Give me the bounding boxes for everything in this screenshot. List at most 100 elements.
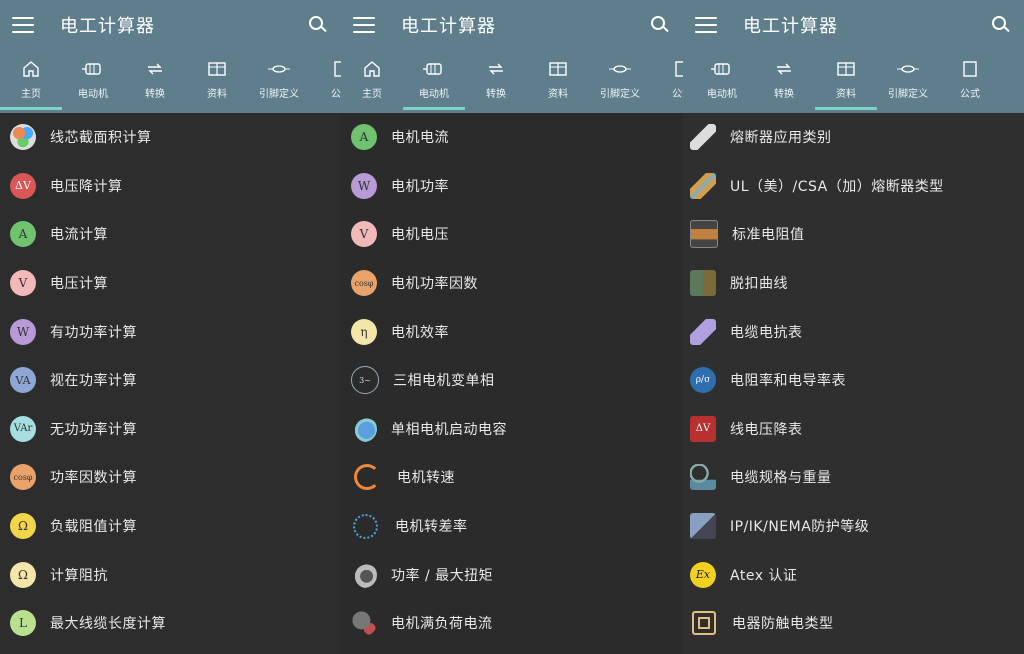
list-item[interactable]: cosφ 电机功率因数 — [341, 259, 683, 308]
panel-docs: 电工计算器 电动机 转换 资料 引脚定义 公式 熔断器应用类别 UL（美）/CS… — [683, 0, 1024, 654]
app-bar: 电工计算器 主页 电动机 转换 资料 引脚定义 公 — [0, 0, 341, 113]
ampere-icon: A — [10, 221, 36, 248]
convert-icon — [145, 56, 165, 82]
hamburger-menu-icon[interactable] — [12, 17, 34, 33]
list-item[interactable]: Ω 计算阻抗 — [0, 550, 341, 599]
tab-pinout[interactable]: 引脚定义 — [589, 50, 651, 113]
slip-icon — [353, 513, 378, 539]
list-item[interactable]: W 电机功率 — [341, 162, 683, 211]
search-icon[interactable] — [307, 14, 329, 36]
tab-pinout[interactable]: 引脚定义 — [877, 50, 939, 113]
watt-icon: W — [351, 172, 377, 199]
app-bar: 电工计算器 主页 电动机 转换 资料 引脚定义 公 — [341, 0, 683, 113]
list-item[interactable]: L 最大线缆长度计算 — [0, 599, 341, 648]
resistor-icon — [690, 220, 718, 249]
tab-bar: 电动机 转换 资料 引脚定义 公式 — [683, 50, 1024, 113]
tab-convert[interactable]: 转换 — [465, 50, 527, 113]
hamburger-menu-icon[interactable] — [695, 17, 717, 33]
list-item[interactable]: 熔断器应用类别 — [683, 113, 1024, 162]
list-item[interactable]: 电机满负荷电流 — [341, 599, 683, 648]
list-item[interactable]: 电器防触电类型 — [683, 599, 1024, 648]
list-item[interactable]: 电机转速 — [341, 453, 683, 502]
tab-motor[interactable]: 电动机 — [62, 50, 124, 113]
list-item[interactable]: ρ/σ 电阻率和电导率表 — [683, 356, 1024, 405]
search-icon[interactable] — [649, 14, 671, 36]
list-item[interactable]: ΔV 线电压降表 — [683, 405, 1024, 454]
screenshot-collage: 电工计算器 主页 电动机 转换 资料 引脚定义 公 线芯截面积计算 ΔV 电压降… — [0, 0, 1024, 654]
list-item[interactable]: η 电机效率 — [341, 307, 683, 356]
app-title: 电工计算器 — [60, 16, 155, 37]
home-icon — [363, 56, 381, 82]
tab-docs[interactable]: 资料 — [186, 50, 248, 113]
list-item[interactable]: 功率 / 最大扭矩 — [341, 550, 683, 599]
trip-curve-icon — [690, 270, 716, 297]
search-icon[interactable] — [990, 14, 1012, 36]
fuse-icon — [690, 124, 716, 151]
book-icon — [836, 56, 856, 82]
watt-icon: W — [10, 318, 36, 345]
app-title: 电工计算器 — [401, 16, 496, 37]
tab-docs[interactable]: 资料 — [815, 50, 877, 113]
list-item[interactable]: UL（美）/CSA（加）熔断器类型 — [683, 162, 1024, 211]
pin-icon — [608, 56, 632, 82]
list-item[interactable]: A 电机电流 — [341, 113, 683, 162]
cable-reactance-icon — [690, 318, 716, 345]
tab-formula[interactable]: 公式 — [310, 50, 341, 113]
list-item[interactable]: 线芯截面积计算 — [0, 113, 341, 162]
three-to-single-icon: 3~ — [351, 366, 379, 395]
list-item[interactable]: 脱扣曲线 — [683, 259, 1024, 308]
convert-icon — [774, 56, 794, 82]
pin-icon — [896, 56, 920, 82]
tab-docs[interactable]: 资料 — [527, 50, 589, 113]
voltage-drop-icon: ΔV — [10, 172, 36, 199]
full-load-icon — [351, 610, 377, 637]
hamburger-menu-icon[interactable] — [353, 17, 375, 33]
tab-formula[interactable]: 公式 — [939, 50, 1001, 113]
var-icon: VAr — [10, 415, 36, 442]
docs-list: 熔断器应用类别 UL（美）/CSA（加）熔断器类型 标准电阻值 脱扣曲线 电缆电… — [683, 113, 1024, 648]
list-item[interactable]: cosφ 功率因数计算 — [0, 453, 341, 502]
list-item[interactable]: V 电机电压 — [341, 210, 683, 259]
list-item[interactable]: 电机转差率 — [341, 502, 683, 551]
list-item[interactable]: W 有功功率计算 — [0, 307, 341, 356]
protection-icon — [690, 513, 716, 540]
list-item[interactable]: 电缆电抗表 — [683, 307, 1024, 356]
tab-convert[interactable]: 转换 — [124, 50, 186, 113]
impedance-icon: Ω — [10, 561, 36, 588]
tab-pinout[interactable]: 引脚定义 — [248, 50, 310, 113]
motor-icon — [710, 56, 734, 82]
formula-icon — [674, 56, 683, 82]
cable-weight-icon — [690, 464, 716, 491]
list-item[interactable]: Ex Atex 认证 — [683, 550, 1024, 599]
tab-convert[interactable]: 转换 — [753, 50, 815, 113]
panel-motor: 电工计算器 主页 电动机 转换 资料 引脚定义 公 A 电机电流 W 电机功率 … — [341, 0, 683, 654]
resistivity-icon: ρ/σ — [690, 367, 716, 394]
panel-home: 电工计算器 主页 电动机 转换 资料 引脚定义 公 线芯截面积计算 ΔV 电压降… — [0, 0, 341, 654]
list-item[interactable]: 标准电阻值 — [683, 210, 1024, 259]
list-item[interactable]: A 电流计算 — [0, 210, 341, 259]
list-item[interactable]: 单相电机启动电容 — [341, 405, 683, 454]
tab-motor[interactable]: 电动机 — [403, 50, 465, 113]
list-item[interactable]: IP/IK/NEMA防护等级 — [683, 502, 1024, 551]
list-item[interactable]: VA 视在功率计算 — [0, 356, 341, 405]
eta-icon: η — [351, 318, 377, 345]
list-item[interactable]: 3~ 三相电机变单相 — [341, 356, 683, 405]
capacitor-icon — [351, 415, 377, 442]
list-item[interactable]: ΔV 电压降计算 — [0, 162, 341, 211]
list-item[interactable]: 电缆规格与重量 — [683, 453, 1024, 502]
formula-icon — [333, 56, 341, 82]
tab-formula[interactable]: 公式 — [651, 50, 683, 113]
ohm-icon: Ω — [10, 513, 36, 540]
convert-icon — [486, 56, 506, 82]
line-drop-icon: ΔV — [690, 415, 716, 442]
book-icon — [207, 56, 227, 82]
list-item[interactable]: VAr 无功功率计算 — [0, 405, 341, 454]
calculator-list: 线芯截面积计算 ΔV 电压降计算 A 电流计算 V 电压计算 W 有功功率计算 VA 视在… — [0, 113, 341, 648]
tab-home[interactable]: 主页 — [341, 50, 403, 113]
list-item[interactable]: V 电压计算 — [0, 259, 341, 308]
atex-icon: Ex — [690, 561, 716, 588]
tab-home[interactable]: 主页 — [0, 50, 62, 113]
app-bar: 电工计算器 电动机 转换 资料 引脚定义 公式 — [683, 0, 1024, 113]
tab-motor[interactable]: 电动机 — [691, 50, 753, 113]
list-item[interactable]: Ω 负载阻值计算 — [0, 502, 341, 551]
